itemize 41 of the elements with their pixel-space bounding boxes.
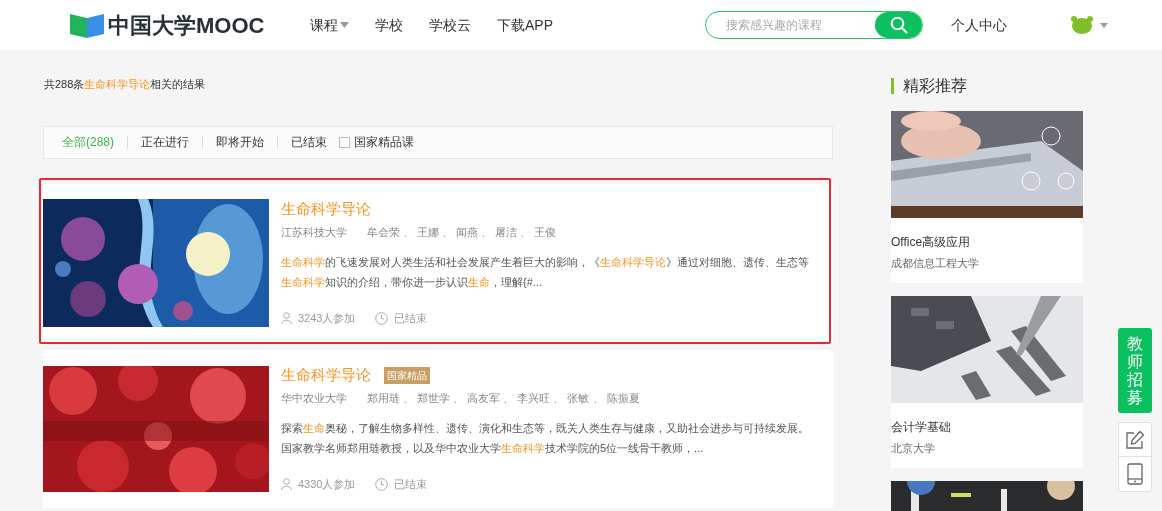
course-title[interactable]: 会计学基础 [891, 418, 1083, 436]
filter-tab[interactable]: 即将开始 [216, 133, 264, 151]
search-field[interactable]: 搜索感兴趣的课程 [706, 12, 875, 38]
nav-link[interactable]: 学校云 [429, 14, 471, 36]
school-name[interactable]: 江苏科技大学 [281, 223, 347, 240]
filter-tab[interactable]: 正在进行 [141, 133, 189, 151]
user-center-link[interactable]: 个人中心 [951, 14, 1007, 36]
course-status: 已结束 [394, 477, 428, 492]
result-summary: 共288条生命科学导论相关的结果 [44, 77, 207, 92]
nav-link[interactable]: 课程 [310, 14, 349, 36]
quality-badge: 国家精品 [384, 367, 430, 384]
course-description: 探索生命奥秘，了解生物多样性、遗传、演化和生态等，既关人类生存与健康，又助社会进步与可持续发展。国家教学名师郑用琏教授，以及华中农业大学生命科学技术学院的5位一线骨干教师，... [281, 421, 810, 456]
course-card[interactable]: 生命科学导论 国家精品 华中农业大学 郑用琏 、 郑世学 、 高友军 、 李兴旺 、 张敏 、 陈振夏 探索生命奥秘，了解生物多样性、遗传、演化和生态等，既关人类生存与健康，又助社会进步与可持续发展。国家教学名师郑用琏教授，以及华中农业大学生命科学技术学院的5位一线骨干教师，... 4330人参加 已结束 [43, 349, 833, 508]
teacher-list: 牟会荣 、 王娜 、 闻燕 、 屠洁 、 王俊 [367, 223, 557, 240]
person-icon [281, 478, 292, 491]
person-icon [281, 312, 292, 325]
school-name[interactable]: 华中农业大学 [281, 389, 347, 406]
filter-tab[interactable]: 已结束 [291, 133, 327, 151]
enrollment-count: 3243人参加 [298, 311, 356, 326]
checkbox[interactable] [339, 136, 350, 148]
course-title[interactable]: Office高级应用 [891, 233, 1083, 251]
site-logo-text[interactable]: 中国大学MOOC [108, 8, 265, 42]
nav-link[interactable]: 下载APP [497, 14, 553, 36]
school-name: 北京大学 [891, 441, 936, 456]
avatar-icon[interactable] [1070, 15, 1094, 35]
section-title: 精彩推荐 [903, 76, 967, 96]
course-description: 生命科学的飞速发展对人类生活和社会发展产生着巨大的影响，《生命科学导论》通过对细胞、遗传、生态等 生命科学知识的介绍，带你进一步认识生命，理解{#... [281, 255, 810, 290]
search-button[interactable] [875, 12, 922, 38]
book-logo-icon [70, 12, 104, 38]
teacher-list: 郑用琏 、 郑世学 、 高友军 、 李兴旺 、 张敏 、 陈振夏 [367, 389, 640, 406]
clock-icon [375, 477, 389, 491]
course-status: 已结束 [394, 311, 428, 326]
school-name: 成都信息工程大学 [891, 256, 980, 271]
enrollment-count: 4330人参加 [298, 477, 356, 492]
clock-icon [375, 311, 389, 325]
checkbox-label[interactable]: 国家精品课 [354, 133, 414, 151]
search-icon [889, 16, 908, 34]
caret-icon[interactable] [1100, 22, 1108, 28]
course-card[interactable]: Office高级应用 成都信息工程大学 [891, 111, 1083, 283]
course-card[interactable]: 会计学基础 北京大学 [891, 296, 1083, 468]
nav-link[interactable]: 学校 [375, 14, 403, 36]
